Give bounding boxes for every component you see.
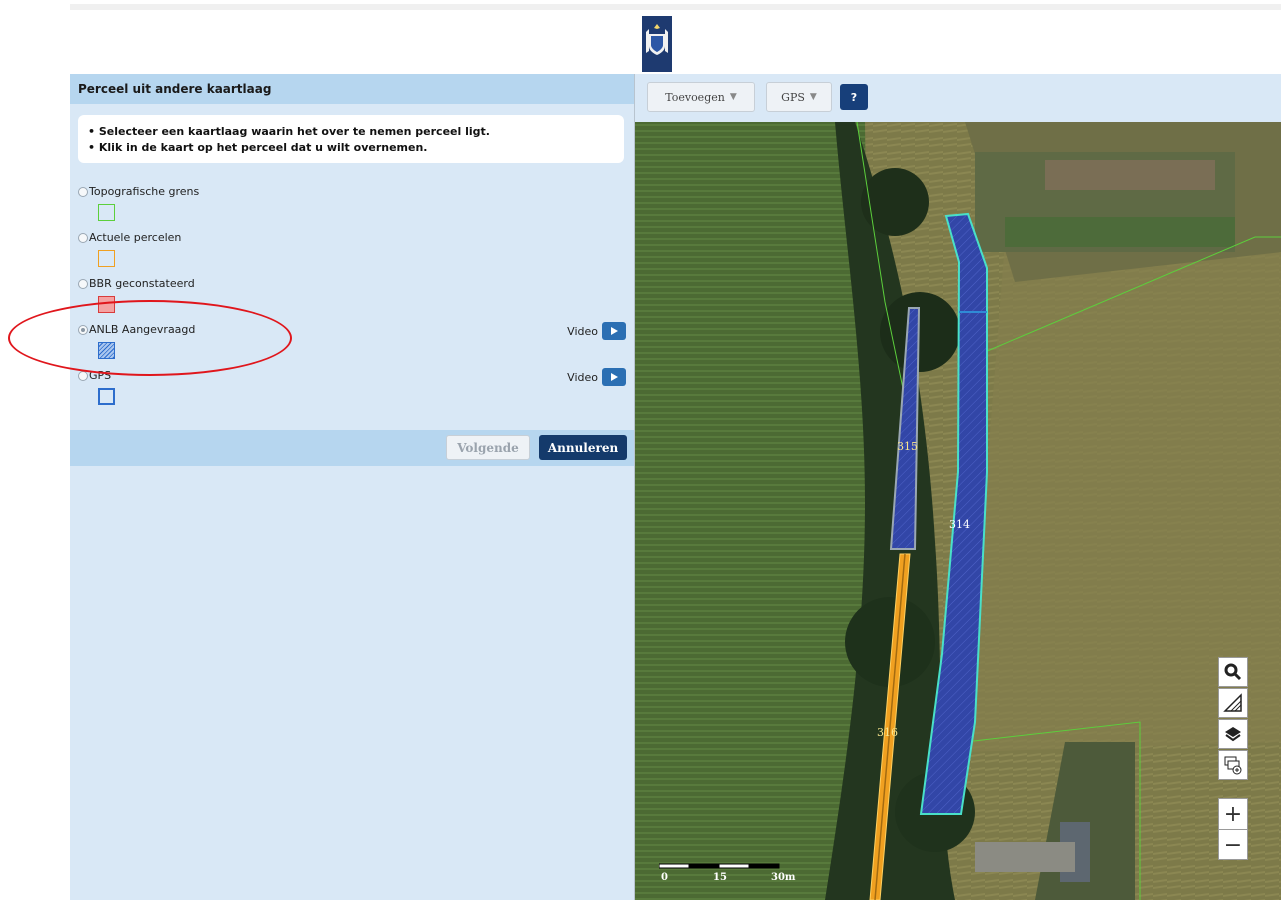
- scale-label-mid: 15: [713, 872, 727, 883]
- button-bar: Volgende Annuleren: [70, 430, 634, 466]
- video-button[interactable]: Video: [567, 368, 626, 386]
- gps-button[interactable]: GPS ▼: [766, 82, 832, 112]
- parcel-label-315: 315: [897, 440, 918, 453]
- layer-radio-selected[interactable]: [78, 325, 88, 335]
- measure-icon[interactable]: [1218, 688, 1248, 718]
- map-toolbar: Toevoegen ▼ GPS ▼ ?: [635, 74, 1281, 122]
- scale-bar-graphic: [659, 863, 780, 869]
- layer-radio[interactable]: [78, 279, 88, 289]
- layer-radio[interactable]: [78, 187, 88, 197]
- caret-down-icon: ▼: [729, 92, 737, 102]
- government-logo: [642, 16, 672, 72]
- layer-label: GPS: [89, 369, 112, 382]
- layer-label: BBR geconstateerd: [89, 277, 195, 290]
- layer-radio[interactable]: [78, 233, 88, 243]
- cancel-button[interactable]: Annuleren: [539, 435, 627, 460]
- header: [70, 10, 1281, 72]
- parcel-label-316: 316: [877, 726, 898, 739]
- layer-option-actuele-percelen[interactable]: Actuele percelen: [78, 230, 626, 276]
- layer-swatch-blue: [98, 388, 115, 405]
- panel-title: Perceel uit andere kaartlaag: [70, 74, 634, 104]
- scale-label-start: 0: [661, 872, 668, 883]
- add-layer-icon[interactable]: [1218, 750, 1248, 780]
- layer-option-topografische-grens[interactable]: Topografische grens: [78, 184, 626, 230]
- scale-label-end: 30m: [771, 872, 796, 883]
- layer-label: Topografische grens: [89, 185, 200, 198]
- layer-label: ANLB Aangevraagd: [89, 323, 196, 336]
- help-button[interactable]: ?: [840, 84, 868, 110]
- layer-option-bbr-geconstateerd[interactable]: BBR geconstateerd: [78, 276, 626, 322]
- video-label: Video: [567, 324, 598, 338]
- next-button[interactable]: Volgende: [446, 435, 530, 460]
- gps-button-label: GPS: [781, 90, 805, 104]
- play-icon[interactable]: [602, 368, 626, 386]
- layer-swatch-red: [98, 296, 115, 313]
- instructions-box: • Selecteer een kaartlaag waarin het ove…: [78, 115, 624, 163]
- layer-swatch-orange: [98, 250, 115, 267]
- layer-swatch-hatched-blue: [98, 342, 115, 359]
- layers-icon[interactable]: [1218, 719, 1248, 749]
- aerial-map[interactable]: 315 314 316: [635, 122, 1281, 900]
- scale-bar: 0 15 30m: [659, 860, 796, 890]
- layer-radio[interactable]: [78, 371, 88, 381]
- layer-swatch-green: [98, 204, 115, 221]
- add-button-label: Toevoegen: [665, 90, 725, 104]
- instruction-item: • Selecteer een kaartlaag waarin het ove…: [88, 125, 490, 138]
- instruction-item: • Klik in de kaart op het perceel dat u …: [88, 141, 428, 154]
- search-icon[interactable]: [1218, 657, 1248, 687]
- layer-label: Actuele percelen: [89, 231, 182, 244]
- map-view[interactable]: Toevoegen ▼ GPS ▼ ? 315 314 316 + − 0 15…: [634, 74, 1281, 900]
- zoom-in-icon[interactable]: +: [1219, 799, 1247, 829]
- parcel-label-314: 314: [949, 518, 970, 531]
- zoom-out-icon[interactable]: −: [1219, 830, 1247, 860]
- video-button[interactable]: Video: [567, 322, 626, 340]
- play-icon[interactable]: [602, 322, 626, 340]
- video-label: Video: [567, 370, 598, 384]
- zoom-control: + −: [1218, 798, 1248, 860]
- caret-down-icon: ▼: [809, 92, 817, 102]
- layer-option-gps[interactable]: GPS Video: [78, 368, 626, 414]
- layer-option-anlb-aangevraagd[interactable]: ANLB Aangevraagd Video: [78, 322, 626, 368]
- add-button[interactable]: Toevoegen ▼: [647, 82, 755, 112]
- left-panel: Perceel uit andere kaartlaag • Selecteer…: [70, 74, 634, 900]
